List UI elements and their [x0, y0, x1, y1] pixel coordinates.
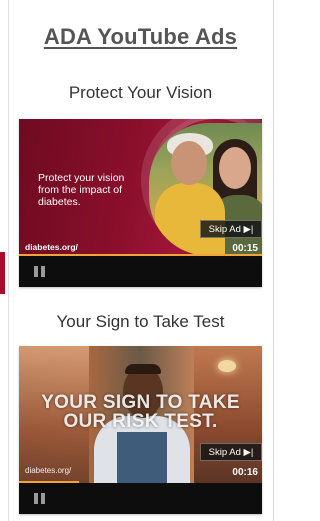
video-frame[interactable]: YOUR SIGN TO TAKE OUR RISK TEST. diabete… [19, 346, 262, 483]
video-player-protect-vision[interactable]: Protect your vision from the impact of d… [19, 119, 262, 287]
ad-caption-sign-to-take-test: Your Sign to Take Test [56, 312, 225, 331]
video-duration: 00:16 [232, 467, 258, 478]
video-frame[interactable]: Protect your vision from the impact of d… [19, 119, 262, 256]
ad-url-text: diabetes.org/ [25, 466, 72, 475]
pause-icon[interactable] [34, 266, 46, 277]
left-accent-bar [0, 252, 5, 294]
video-controls [19, 256, 262, 287]
skip-ad-button[interactable]: Skip Ad ▶| [200, 220, 262, 238]
ad-overlay-text: YOUR SIGN TO TAKE OUR RISK TEST. [41, 392, 240, 432]
ad-caption-protect-vision: Protect Your Vision [68, 83, 213, 102]
pause-icon[interactable] [34, 493, 46, 504]
video-player-sign-to-take-test[interactable]: YOUR SIGN TO TAKE OUR RISK TEST. diabete… [19, 346, 262, 514]
page-title: ADA YouTube Ads [43, 24, 238, 49]
video-controls [19, 483, 262, 514]
video-duration: 00:15 [232, 243, 258, 254]
ad-url-text: diabetes.org/ [25, 242, 78, 252]
skip-ad-button[interactable]: Skip Ad ▶| [200, 443, 262, 461]
lamp-light [218, 360, 236, 372]
ad-overlay-text: Protect your vision from the impact of d… [38, 172, 125, 208]
